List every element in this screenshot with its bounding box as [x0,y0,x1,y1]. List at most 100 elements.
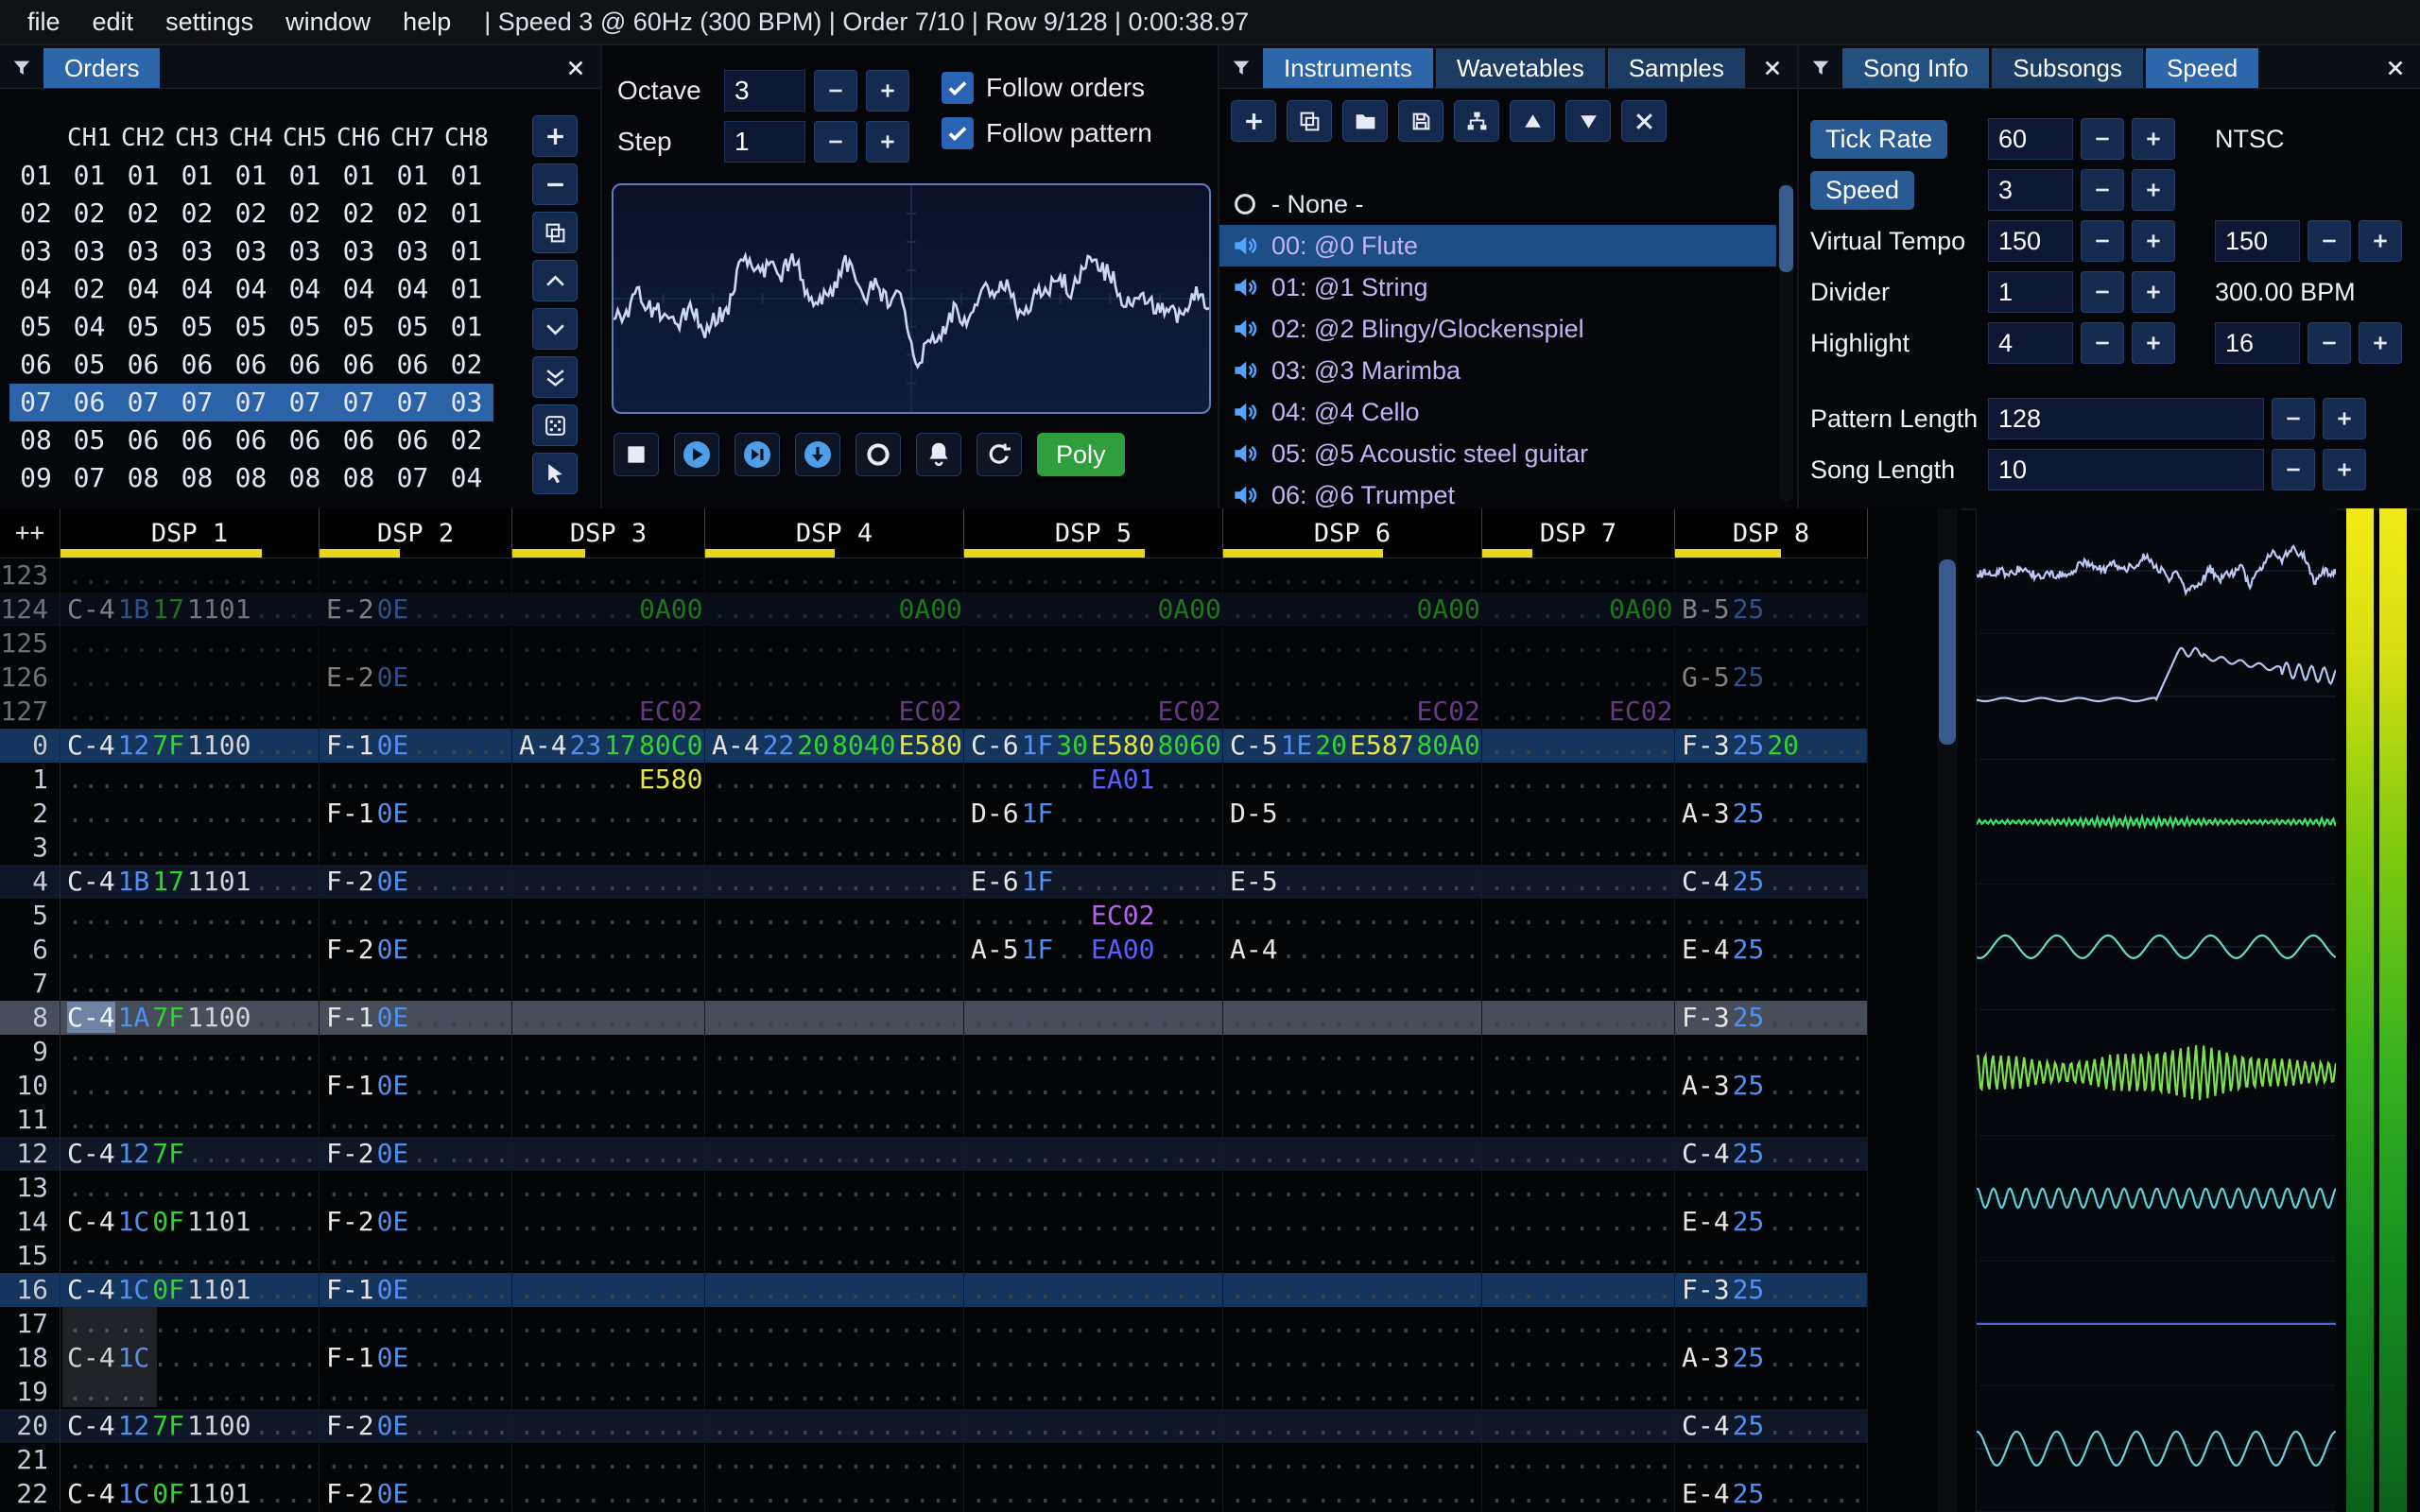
divider-decrease-button[interactable] [2081,271,2124,313]
pattern-cell[interactable]: ........... [1482,865,1675,899]
tick-rate-input[interactable] [1988,118,2073,160]
pattern-cell[interactable]: ........... [1675,831,1868,865]
pattern-cell[interactable]: ............... [60,831,320,865]
octave-decrease-button[interactable] [814,70,857,112]
pattern-cell[interactable]: F-1 0E...... [320,1273,512,1307]
pattern-cell[interactable]: E-4 25...... [1675,933,1868,967]
pattern-cell[interactable]: F-1 0E...... [320,729,512,763]
pattern-cell[interactable]: E-6 1F.......... [964,865,1223,899]
pattern-cell[interactable]: F-2 0E...... [320,933,512,967]
pattern-cell[interactable]: ........... [320,1035,512,1069]
pattern-cell[interactable]: ............... [60,1035,320,1069]
pattern-cell[interactable]: ........... [512,899,705,933]
virtual-tempo-divisor-input[interactable] [2215,220,2300,262]
pattern-cell[interactable]: ............... [1223,1239,1482,1273]
pattern-cell[interactable]: C-4 1B 17 1101.... [60,593,320,627]
pattern-cell[interactable]: ............... [705,558,964,593]
order-cell[interactable]: 05 [116,308,170,346]
pattern-cell[interactable]: ............... [705,763,964,797]
instrument-move-down-button[interactable] [1565,100,1611,142]
order-cell[interactable]: 06 [170,421,224,459]
speed-decrease-button[interactable] [2081,169,2124,211]
pattern-cell[interactable]: C-4 12 7F 1100.... [60,729,320,763]
pattern-cell[interactable]: ............... [1223,627,1482,661]
pattern-cell[interactable]: F-2 0E...... [320,865,512,899]
order-cell[interactable]: 02 [62,270,116,308]
poly-button[interactable]: Poly [1037,433,1125,476]
pattern-row-20[interactable]: 20 C-4 12 7F 1100.... F-2 0E..................… [0,1409,1868,1443]
menu-help[interactable]: help [387,8,467,37]
pattern-cell[interactable]: ........... [1482,1205,1675,1239]
pattern-cell[interactable]: ........... [1675,1239,1868,1273]
divider-input[interactable] [1988,271,2073,313]
channel-header-dsp-1[interactable]: DSP 1 [60,508,320,558]
order-cell[interactable]: 06 [170,346,224,384]
order-cell[interactable]: 04 [170,270,224,308]
pattern-cell[interactable]: ............... [964,1375,1223,1409]
order-row-05[interactable]: 05 04 05 05 05 05 05 05 01 [9,308,493,346]
tab-orders[interactable]: Orders [43,48,161,88]
pattern-cell[interactable]: ........... [512,627,705,661]
pattern-cell[interactable]: C-5 1E 20 E587 80A0 [1223,729,1482,763]
order-row-04[interactable]: 04 02 04 04 04 04 04 04 01 [9,270,493,308]
order-add-button[interactable] [532,115,578,157]
pattern-cell[interactable]: E-4 25...... [1675,1205,1868,1239]
pattern-row-7[interactable]: 7.......................................… [0,967,1868,1001]
pattern-scrollbar[interactable] [1937,508,1958,1512]
pattern-row-14[interactable]: 14 C-4 1C 0F 1101.... F-2 0E..................… [0,1205,1868,1239]
pattern-cell[interactable]: ............... [1223,1001,1482,1035]
pattern-row-21[interactable]: 21......................................… [0,1443,1868,1477]
pattern-cell[interactable]: F-3 25 20.... [1675,729,1868,763]
pattern-cell[interactable]: ........... [1482,1375,1675,1409]
order-row-09[interactable]: 09 07 08 08 08 08 08 07 04 [9,459,493,497]
pattern-cell[interactable]: ........... [320,967,512,1001]
repeat-button[interactable] [977,433,1022,476]
pattern-cell[interactable]: C-4 1C 0F 1101.... [60,1273,320,1307]
pattern-cell[interactable]: ............... [60,695,320,729]
order-cell[interactable]: 04 [116,270,170,308]
order-row-07[interactable]: 07 06 07 07 07 07 07 07 03 [9,384,493,421]
pattern-cell[interactable]: ....... 0A00 [1482,593,1675,627]
pattern-cell[interactable]: ....... EC02 [512,695,705,729]
pattern-cell[interactable]: B-5 25...... [1675,593,1868,627]
pattern-cell[interactable]: ........... [1675,967,1868,1001]
pattern-cell[interactable]: ........... [1675,1307,1868,1341]
pattern-cell[interactable]: C-6 1F 30 E580 8060 [964,729,1223,763]
tab-speed[interactable]: Speed [2145,48,2259,88]
order-cell[interactable]: 07 [170,384,224,421]
order-cell[interactable]: 04 [440,459,493,497]
pattern-row-11[interactable]: 11......................................… [0,1103,1868,1137]
pattern-cell[interactable]: ............... [705,1069,964,1103]
pattern-cell[interactable]: ............... [1223,661,1482,695]
pattern-cell[interactable]: ........... [320,695,512,729]
pattern-cell[interactable]: ........... [1482,899,1675,933]
pattern-cell[interactable]: ............... [1223,1273,1482,1307]
pattern-row-12[interactable]: 12 C-4 12 7F........ F-2 0E..................… [0,1137,1868,1171]
order-cell[interactable]: 07 [386,459,440,497]
pattern-cell[interactable]: ............... [60,933,320,967]
instrument-item[interactable]: - None - [1219,183,1776,225]
order-cell[interactable]: 02 [440,346,493,384]
pattern-length-increase-button[interactable] [2323,398,2366,439]
pattern-cell[interactable]: ........... [1482,797,1675,831]
channel-header-dsp-8[interactable]: DSP 8 [1675,508,1868,558]
pattern-cell[interactable]: ............... [1223,899,1482,933]
pattern-cell[interactable]: ........... [512,831,705,865]
pattern-cell[interactable]: ............... [705,967,964,1001]
order-cell[interactable]: 04 [386,270,440,308]
pattern-cell[interactable]: ............... [964,1069,1223,1103]
order-cell[interactable]: 01 [440,270,493,308]
pattern-cell[interactable]: ........... [320,1103,512,1137]
order-cell[interactable]: 01 [440,308,493,346]
song-length-increase-button[interactable] [2323,449,2366,490]
order-cell[interactable]: 05 [170,308,224,346]
pattern-cell[interactable]: ........... [512,1409,705,1443]
pattern-cell[interactable]: ........... [1675,1103,1868,1137]
pattern-row-10[interactable]: 10............... F-1 0E..................… [0,1069,1868,1103]
pattern-row-4[interactable]: 4 C-4 1B 17 1101.... F-2 0E...................… [0,865,1868,899]
pattern-cell[interactable]: ............... [705,1103,964,1137]
pattern-cell[interactable]: ............... [705,1001,964,1035]
order-cell[interactable]: 06 [62,384,116,421]
instrument-folders-button[interactable] [1454,100,1499,142]
pattern-cell[interactable]: ........... [512,1103,705,1137]
